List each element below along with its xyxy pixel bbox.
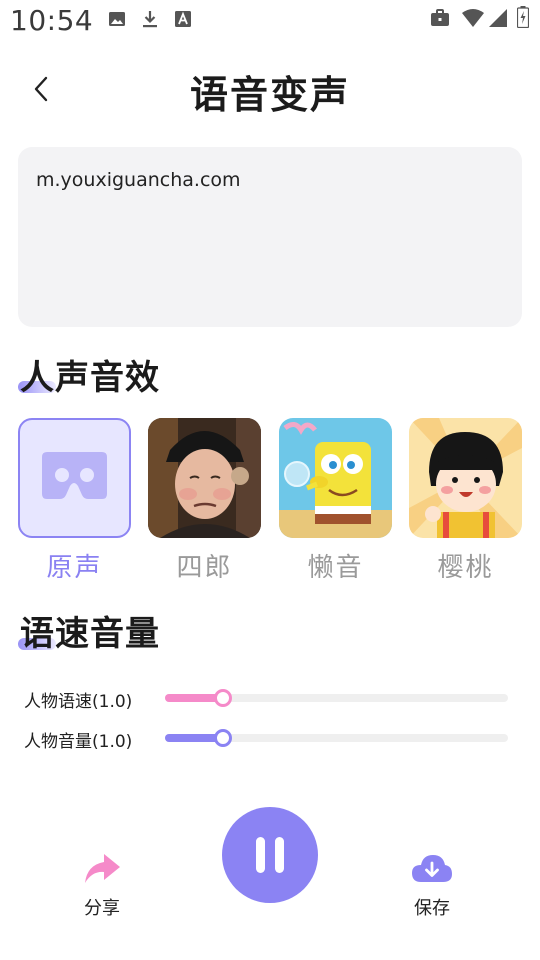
download-icon <box>143 11 157 28</box>
effect-item-silang[interactable]: 四郎 <box>148 418 261 578</box>
effect-item-original[interactable]: 原声 <box>18 418 131 578</box>
vr-glasses-icon <box>42 452 107 499</box>
briefcase-icon <box>431 9 449 26</box>
effect-label-silang: 四郎 <box>176 553 233 578</box>
share-button[interactable]: 分享 <box>62 852 142 920</box>
effect-item-cherry[interactable]: 樱桃 <box>409 418 522 578</box>
pause-button[interactable] <box>222 807 318 903</box>
section-title-effects: 人声音效 <box>20 358 160 398</box>
slider-speed-thumb[interactable] <box>214 689 233 707</box>
text-input-value: m.youxiguancha.com <box>36 169 241 191</box>
cartoon-girl-image <box>409 418 522 538</box>
cloud-download-icon <box>412 855 452 882</box>
status-time: 10:54 <box>10 4 94 37</box>
slider-speed-label: 人物语速(1.0) <box>24 692 133 712</box>
page-title: 语音变声 <box>189 73 350 117</box>
font-icon <box>175 11 191 27</box>
slider-volume-track[interactable] <box>165 729 508 747</box>
effects-list: 原声 四郎 懒音 樱桃 <box>18 418 522 578</box>
effect-label-original: 原声 <box>46 553 103 578</box>
status-bar: 10:54 <box>0 0 540 44</box>
effect-thumb-original <box>18 418 131 538</box>
effect-label-cherry: 樱桃 <box>437 553 494 578</box>
man-portrait-image <box>148 418 261 538</box>
section-title-speed-volume: 语速音量 <box>20 614 160 654</box>
slider-speed-row: 人物语速(1.0) <box>24 683 514 713</box>
share-arrow-icon <box>85 854 120 883</box>
text-input-area[interactable]: m.youxiguancha.com <box>18 147 522 327</box>
share-label: 分享 <box>84 898 120 919</box>
signal-icon <box>489 9 507 27</box>
slider-volume-row: 人物音量(1.0) <box>24 723 514 753</box>
effect-label-lazy: 懒音 <box>307 553 364 578</box>
battery-icon <box>517 6 529 28</box>
spongebob-image <box>279 418 392 538</box>
wifi-icon <box>462 9 484 27</box>
slider-speed-track[interactable] <box>165 689 508 707</box>
slider-volume-thumb[interactable] <box>214 729 233 747</box>
image-icon <box>109 12 125 26</box>
save-label: 保存 <box>414 898 450 919</box>
slider-volume-label: 人物音量(1.0) <box>24 732 133 752</box>
save-button[interactable]: 保存 <box>392 852 472 920</box>
effect-item-lazy[interactable]: 懒音 <box>279 418 392 578</box>
pause-icon <box>256 837 284 873</box>
